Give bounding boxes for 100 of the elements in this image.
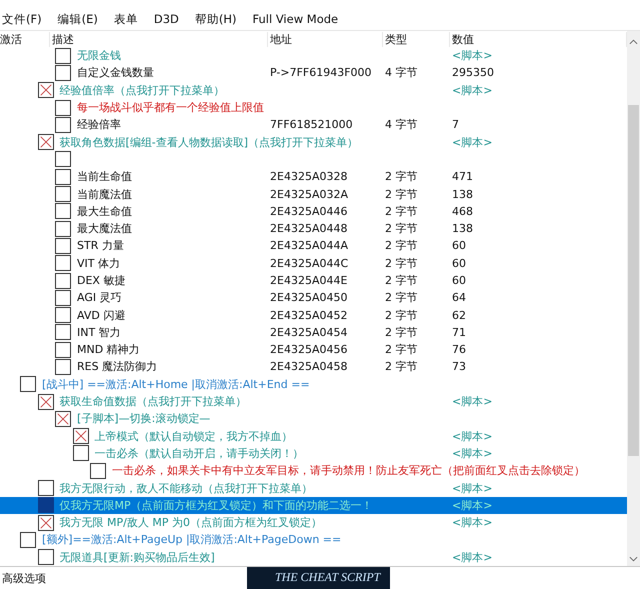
entry-description: 经验值倍率（点我打开下拉菜单）	[60, 82, 226, 98]
value-cell-text: 7	[451, 118, 460, 132]
type-cell-text: 4 字节	[384, 117, 418, 132]
column-header[interactable]: 描述	[50, 32, 268, 46]
value-cell-text: 60	[451, 256, 467, 270]
checkbox[interactable]	[55, 203, 71, 220]
entry-description: 自定义金钱数量	[77, 65, 155, 80]
checkbox[interactable]	[38, 549, 54, 566]
checkbox[interactable]	[55, 255, 71, 272]
entry-description: [额外]==激活:Alt+PageUp |取消激活:Alt+PageDown ==	[42, 532, 342, 548]
address-cell-text: 2E4325A0446	[269, 204, 348, 218]
checkbox[interactable]	[55, 324, 71, 340]
checkbox[interactable]	[55, 238, 71, 254]
address-cell-text: 2E4325A0452	[269, 308, 348, 322]
menu-item[interactable]: Full View Mode	[252, 12, 338, 26]
entry-description: DEX 敏捷	[77, 273, 126, 288]
address-cell-text: 2E4325A0448	[269, 222, 348, 236]
menu-item[interactable]: 表单	[114, 12, 138, 26]
entry-description: 一击必杀（默认自动开启，请手动关闭！）	[94, 446, 304, 461]
checkbox[interactable]	[55, 151, 71, 168]
menu-item[interactable]: 文件(F)	[2, 12, 42, 26]
value-cell-text: <脚本>	[451, 48, 494, 64]
entry-description: 最大生命值	[77, 204, 133, 219]
checkbox[interactable]	[55, 64, 71, 81]
entry-description: 我方无限行动，敌人不能移动（点我打开下拉菜单）	[60, 480, 314, 496]
value-cell-text: 60	[451, 239, 467, 252]
column-header[interactable]: 地址	[268, 32, 383, 46]
menu-item[interactable]: D3D	[154, 12, 179, 26]
entry-description: AVD 闪避	[77, 308, 126, 323]
entry-description: AGI 灵巧	[77, 290, 123, 306]
address-cell-text: 2E4325A0450	[269, 291, 348, 304]
scroll-up-icon[interactable]	[629, 39, 638, 45]
entry-description: 当前魔法值	[77, 186, 133, 202]
type-cell-text: 2 字节	[384, 290, 418, 306]
scroll-down-icon[interactable]	[629, 556, 638, 562]
value-cell-text: <脚本>	[451, 82, 494, 98]
value-cell-text: <脚本>	[451, 446, 494, 461]
entry-description: 一击必杀，如果关卡中有中立友军目标，请手动禁用！防止友军死亡（把前面红叉点击去除锁定）	[112, 463, 586, 478]
checkbox[interactable]	[55, 100, 71, 116]
checkbox[interactable]	[55, 48, 71, 64]
type-cell-text: 2 字节	[384, 308, 418, 323]
type-cell-text: 2 字节	[384, 359, 418, 374]
entry-description: INT 智力	[77, 324, 122, 340]
column-header[interactable]: 类型	[383, 32, 450, 46]
checkbox[interactable]	[38, 497, 54, 514]
checkbox[interactable]	[55, 116, 71, 133]
checkbox[interactable]	[55, 168, 71, 185]
entry-description: 每一场战斗似乎都有一个经验值上限值	[77, 100, 265, 116]
checkbox[interactable]	[20, 376, 36, 392]
value-cell-text: 471	[451, 170, 474, 184]
checkbox[interactable]	[20, 532, 36, 548]
value-cell-text: 138	[451, 188, 474, 201]
value-cell-text: 295350	[451, 66, 495, 80]
address-cell-text: 2E4325A0458	[269, 360, 348, 374]
checkbox[interactable]	[38, 514, 54, 531]
entry-description: 仅我方无限MP（点前面方框为红叉锁定）和下面的功能二选一！	[60, 498, 374, 513]
checkbox[interactable]	[90, 462, 106, 479]
value-cell-text: <脚本>	[451, 498, 494, 513]
entry-description: [战斗中] ==激活:Alt+Home |取消激活:Alt+End ==	[42, 376, 311, 392]
value-cell-text: <脚本>	[451, 134, 494, 150]
checkbox[interactable]	[55, 272, 71, 288]
advanced-options-link[interactable]: 高级选项	[0, 570, 247, 586]
value-cell-text: 76	[451, 343, 467, 356]
column-header[interactable]: 激活	[0, 32, 50, 46]
entry-description: 获取角色数据[编组-查看人物数据读取]（点我打开下拉菜单）	[60, 134, 360, 150]
checkbox[interactable]	[55, 220, 71, 237]
checkbox[interactable]	[38, 480, 54, 496]
entry-description: MND 精神力	[77, 342, 141, 358]
type-cell-text: 2 字节	[384, 238, 418, 254]
entry-description: [子脚本]—切换:滚动锁定—	[77, 411, 212, 426]
menu-item[interactable]: 帮助(H)	[194, 12, 236, 26]
checkbox[interactable]	[38, 394, 54, 410]
value-cell-text: <脚本>	[451, 428, 494, 444]
address-cell-text: P->7FF61943F000	[269, 66, 373, 80]
value-cell-text: <脚本>	[451, 394, 494, 410]
checkbox[interactable]	[38, 82, 54, 98]
checkbox[interactable]	[55, 290, 71, 306]
checkbox[interactable]	[72, 428, 88, 444]
scrollbar[interactable]	[627, 31, 640, 566]
value-cell-text: 71	[451, 326, 467, 339]
checkbox[interactable]	[72, 445, 88, 462]
scroll-thumb[interactable]	[628, 105, 639, 456]
menu-item[interactable]: 编辑(E)	[58, 12, 98, 26]
entry-description: 我方无限 MP/敌人 MP 为0（点前面方框为红叉锁定）	[60, 515, 323, 530]
checkbox[interactable]	[55, 410, 71, 427]
entry-description: 无限道具[更新:购买物品后生效]	[60, 550, 216, 565]
checkbox[interactable]	[55, 186, 71, 202]
checkbox[interactable]	[55, 358, 71, 375]
checkbox[interactable]	[38, 134, 54, 150]
logo-banner: THE CHEAT SCRIPT	[247, 567, 390, 589]
type-cell-text: 4 字节	[384, 65, 418, 80]
address-cell-text: 2E4325A0454	[269, 326, 348, 339]
checkbox[interactable]	[55, 342, 71, 358]
address-cell-text: 7FF618521000	[269, 118, 354, 132]
value-cell-text: <脚本>	[451, 515, 494, 530]
type-cell-text: 2 字节	[384, 204, 418, 219]
type-cell-text: 2 字节	[384, 256, 418, 271]
value-cell-text: 468	[451, 204, 474, 218]
entry-description: 无限金钱	[77, 48, 122, 64]
checkbox[interactable]	[55, 307, 71, 324]
